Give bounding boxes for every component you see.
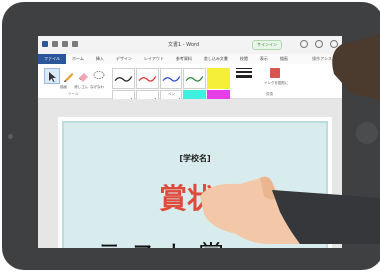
hand-top-right-image — [332, 34, 380, 100]
draw-ribbon: 描画 消しゴム なげなわ インクを図形に ツール ペン 変換 — [38, 64, 342, 111]
school-name-placeholder[interactable]: [学校名] — [64, 153, 326, 164]
draw-tool-label: 描画 — [60, 85, 67, 89]
pen-stroke-icon — [138, 76, 157, 82]
pen-icon — [64, 73, 74, 82]
lasso-icon — [93, 71, 105, 79]
tab-insert[interactable]: 挿入 — [90, 54, 110, 64]
signin-button[interactable]: サインイン — [252, 40, 282, 50]
tab-file[interactable]: ファイル — [38, 54, 66, 64]
pen-black[interactable] — [112, 68, 135, 89]
pen-stroke-icon — [162, 76, 180, 82]
save-icon[interactable] — [52, 41, 58, 47]
tab-review[interactable]: 校閲 — [234, 54, 254, 64]
lasso-tool-button[interactable] — [92, 68, 106, 82]
ink-to-shape-icon[interactable] — [270, 68, 280, 78]
word-logo-icon — [42, 41, 48, 47]
tab-home[interactable]: ホーム — [66, 54, 90, 64]
pen-blue[interactable] — [159, 68, 183, 89]
home-button[interactable] — [356, 122, 378, 144]
ink-to-shape-label: インクを図形に — [264, 81, 289, 85]
eraser-tool-label: 消しゴム — [74, 85, 88, 89]
cursor-icon — [49, 72, 56, 82]
pen-red[interactable] — [135, 68, 159, 89]
document-title: 文書1 - Word — [168, 42, 200, 48]
pens-group-label: ペン — [168, 92, 175, 96]
tab-draw[interactable]: 描画 — [274, 54, 294, 64]
pen-stroke-icon — [185, 76, 204, 82]
tools-group-label: ツール — [68, 92, 79, 96]
pen-gallery — [112, 68, 230, 111]
ribbon-tabs: ファイル ホーム 挿入 デザイン レイアウト 参考資料 差し込み文書 校閲 表示… — [38, 54, 342, 64]
pen-green[interactable] — [183, 68, 207, 89]
tab-layout[interactable]: レイアウト — [138, 54, 170, 64]
lasso-tool-label: なげなわ — [90, 85, 104, 89]
thickness-icon[interactable] — [236, 68, 252, 88]
pointing-hand-image — [200, 176, 380, 244]
eraser-icon — [78, 73, 88, 82]
draw-tool-button[interactable] — [62, 68, 76, 82]
undo-icon[interactable] — [62, 41, 68, 47]
tab-design[interactable]: デザイン — [110, 54, 138, 64]
camera-icon — [8, 134, 13, 139]
title-bar: 文書1 - Word サインイン — [38, 36, 342, 54]
select-tool-button[interactable] — [44, 68, 60, 84]
convert-group-label: 変換 — [266, 92, 273, 96]
highlighter-yellow[interactable] — [207, 68, 230, 89]
quick-access-toolbar — [42, 41, 78, 47]
tab-mailings[interactable]: 差し込み文書 — [198, 54, 234, 64]
tab-view[interactable]: 表示 — [254, 54, 274, 64]
redo-icon[interactable] — [72, 41, 78, 47]
pen-stroke-icon — [114, 76, 133, 82]
minimize-icon[interactable] — [300, 40, 308, 48]
eraser-tool-button[interactable] — [76, 68, 90, 82]
tab-references[interactable]: 参考資料 — [170, 54, 198, 64]
